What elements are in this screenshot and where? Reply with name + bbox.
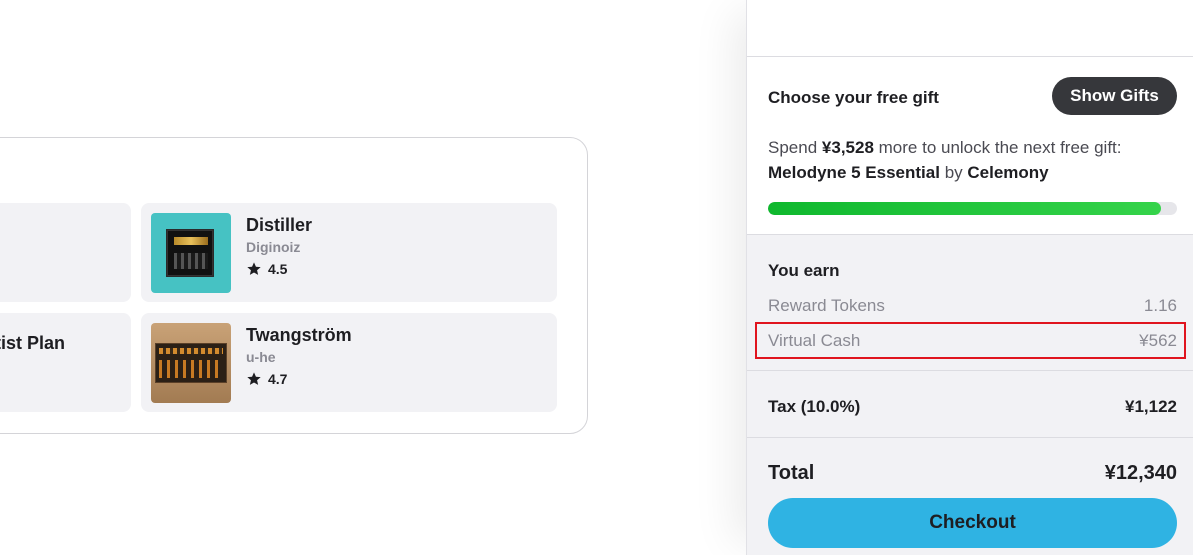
highlight-box: [755, 322, 1186, 359]
product-rating: 4.5: [246, 261, 312, 277]
tax-label: Tax (10.0%): [768, 397, 861, 416]
rating-value: 4.7: [268, 371, 288, 387]
tax-row: Tax (10.0%) ¥1,122: [768, 397, 1177, 417]
product-name: rtist Plan: [0, 333, 65, 353]
total-row: Total ¥12,340: [768, 462, 1177, 485]
spend-amount: ¥3,528: [821, 138, 874, 157]
checkout-button[interactable]: Checkout: [768, 498, 1177, 548]
free-gift-section: Choose your free gift Show Gifts Spend ¥…: [747, 57, 1193, 235]
product-tile[interactable]: [0, 203, 131, 302]
product-rating: 4.7: [246, 371, 352, 387]
gift-progress-bar: [768, 202, 1177, 215]
star-icon: [247, 372, 261, 385]
product-tile-distiller[interactable]: Distiller Diginoiz 4.5: [141, 203, 557, 302]
product-vendor: u-he: [246, 349, 276, 365]
earn-section: You earn Reward Tokens 1.16 Virtual Cash…: [747, 236, 1193, 371]
spend-suffix: more to unlock the next free gift:: [878, 138, 1122, 157]
distiller-plugin-thumbnail: [151, 213, 231, 293]
product-name: Twangström: [246, 325, 352, 345]
product-tile-twangstrom[interactable]: Twangström u-he 4.7: [141, 313, 557, 412]
rating-value: 4.5: [268, 261, 288, 277]
free-gift-title: Choose your free gift: [768, 88, 939, 107]
gift-vendor-link[interactable]: Celemony: [967, 163, 1048, 182]
gift-product-link[interactable]: Melodyne 5 Essential: [768, 163, 940, 182]
reward-tokens-row: Reward Tokens 1.16: [768, 296, 1177, 316]
star-icon: [247, 262, 261, 275]
product-name: Distiller: [246, 215, 313, 235]
free-gift-message: Spend ¥3,528 more to unlock the next fre…: [768, 135, 1168, 185]
product-vendor: Diginoiz: [246, 239, 301, 255]
spend-prefix: Spend: [768, 138, 818, 157]
reward-tokens-value: 1.16: [1143, 296, 1177, 315]
cart-summary-panel: Choose your free gift Show Gifts Spend ¥…: [746, 0, 1193, 555]
product-tile[interactable]: rtist Plan: [0, 313, 131, 412]
reward-tokens-label: Reward Tokens: [768, 296, 885, 315]
panel-header: [747, 0, 1193, 57]
twangstrom-plugin-thumbnail: [151, 323, 231, 403]
total-value: ¥12,340: [1104, 462, 1177, 484]
earn-title: You earn: [768, 261, 840, 280]
tax-value: ¥1,122: [1125, 397, 1177, 416]
divider: [747, 437, 1193, 438]
gift-by: by: [944, 163, 963, 182]
gift-progress-fill: [768, 202, 1161, 215]
show-gifts-button[interactable]: Show Gifts: [1052, 77, 1177, 115]
total-label: Total: [768, 462, 815, 484]
